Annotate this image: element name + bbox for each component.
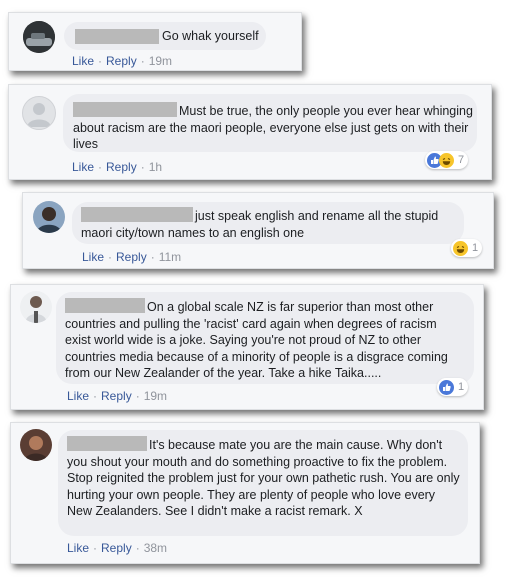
- comment-actions: Like · Reply · 38m: [67, 541, 167, 555]
- comment-card: It's because mate you are the main cause…: [10, 422, 480, 564]
- reply-link[interactable]: Reply: [106, 54, 137, 68]
- reaction-count: 1: [472, 242, 479, 254]
- comment-bubble: It's because mate you are the main cause…: [58, 430, 468, 536]
- like-link[interactable]: Like: [72, 54, 94, 68]
- comment-actions: Like · Reply · 11m: [82, 250, 181, 264]
- comment-card: Must be true, the only people you ever h…: [8, 84, 492, 180]
- like-link[interactable]: Like: [72, 160, 94, 174]
- like-link[interactable]: Like: [82, 250, 104, 264]
- redacted-author-name[interactable]: [73, 102, 177, 117]
- comment-bubble: On a global scale NZ is far superior tha…: [56, 292, 474, 384]
- separator: ·: [98, 54, 103, 68]
- comment-body: On a global scale NZ is far superior tha…: [65, 298, 463, 382]
- redacted-author-name[interactable]: [67, 436, 147, 451]
- like-link[interactable]: Like: [67, 389, 89, 403]
- separator: ·: [135, 389, 140, 403]
- separator: ·: [108, 250, 113, 264]
- like-icon: [439, 379, 454, 395]
- reaction-summary[interactable]: 7: [425, 151, 469, 169]
- timestamp[interactable]: 1h: [149, 160, 162, 174]
- comment-bubble: Must be true, the only people you ever h…: [63, 94, 477, 152]
- haha-icon: [453, 240, 468, 256]
- separator: ·: [93, 541, 98, 555]
- reply-link[interactable]: Reply: [101, 389, 132, 403]
- reply-link[interactable]: Reply: [101, 541, 132, 555]
- separator: ·: [140, 54, 145, 68]
- reaction-summary[interactable]: 1: [437, 378, 469, 396]
- default-user-icon: [27, 103, 51, 127]
- avatar[interactable]: [20, 429, 52, 461]
- comment-body: Must be true, the only people you ever h…: [73, 102, 473, 153]
- comment-card: Go whak yourself Like · Reply · 19m: [8, 12, 302, 71]
- comment-bubble: just speak english and rename all the st…: [72, 202, 464, 244]
- redacted-author-name[interactable]: [75, 29, 159, 44]
- timestamp[interactable]: 19m: [149, 54, 172, 68]
- separator: ·: [140, 160, 145, 174]
- separator: ·: [150, 250, 155, 264]
- reaction-summary[interactable]: 1: [451, 239, 483, 257]
- timestamp[interactable]: 19m: [144, 389, 167, 403]
- comment-text: Go whak yourself: [162, 29, 259, 43]
- comment-bubble: Go whak yourself: [64, 22, 266, 50]
- avatar-photo-icon: [33, 201, 65, 233]
- comment-actions: Like · Reply · 1h: [72, 160, 162, 174]
- separator: ·: [93, 389, 98, 403]
- timestamp[interactable]: 11m: [159, 250, 181, 264]
- reaction-count: 1: [458, 381, 465, 393]
- avatar-photo-icon: [20, 291, 52, 323]
- comment-body: just speak english and rename all the st…: [81, 207, 461, 241]
- comment-actions: Like · Reply · 19m: [72, 54, 172, 68]
- separator: ·: [135, 541, 140, 555]
- comment-actions: Like · Reply · 19m: [67, 389, 167, 403]
- timestamp[interactable]: 38m: [144, 541, 167, 555]
- comment-body: It's because mate you are the main cause…: [67, 436, 463, 520]
- like-link[interactable]: Like: [67, 541, 89, 555]
- reaction-count: 7: [458, 154, 465, 166]
- redacted-author-name[interactable]: [81, 207, 193, 222]
- separator: ·: [98, 160, 103, 174]
- avatar-photo-icon: [23, 21, 55, 53]
- avatar[interactable]: [23, 21, 55, 53]
- reply-link[interactable]: Reply: [116, 250, 147, 264]
- avatar[interactable]: [22, 96, 56, 130]
- avatar-photo-icon: [20, 429, 52, 461]
- avatar[interactable]: [33, 201, 65, 233]
- comment-card: On a global scale NZ is far superior tha…: [10, 284, 484, 410]
- reply-link[interactable]: Reply: [106, 160, 137, 174]
- redacted-author-name[interactable]: [65, 298, 145, 313]
- haha-icon: [439, 152, 454, 168]
- avatar[interactable]: [20, 291, 52, 323]
- comment-card: just speak english and rename all the st…: [22, 192, 494, 269]
